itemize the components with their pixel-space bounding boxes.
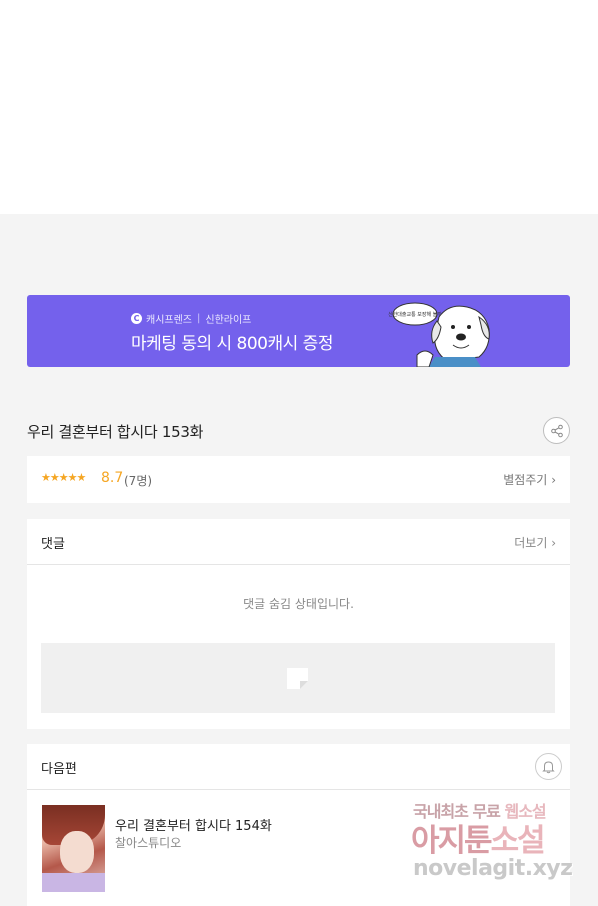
site-watermark: 국내최초 무료 웹소설 아지툰소설 novelagit.xyz [405, 796, 580, 891]
rate-button-label: 별점주기 [503, 473, 548, 487]
rating-score: 8.7 [101, 470, 124, 486]
comments-label: 댓글 [41, 537, 65, 552]
image-placeholder-icon [287, 668, 308, 689]
banner-brand-divider: | [197, 313, 201, 324]
episode-title: 우리 결혼부터 합시다 153화 [27, 423, 204, 441]
banner-brand-left: 캐시프렌즈 [146, 315, 192, 326]
ad-placeholder [41, 643, 555, 713]
comments-more-label: 더보기 [514, 536, 548, 550]
comments-hidden-message: 댓글 숨김 상태입니다. [243, 597, 354, 611]
notify-button[interactable] [535, 753, 562, 780]
watermark-line2: 아지툰소설 [411, 815, 546, 860]
bell-icon [542, 761, 555, 774]
dog-illustration-icon: 신한대출교통 보장해 볼까 [388, 302, 490, 367]
next-episode-thumbnail[interactable] [42, 805, 105, 892]
share-icon [550, 424, 563, 437]
next-episode-studio: 찰아스튜디오 [115, 836, 182, 850]
rating-count: (7명) [124, 474, 153, 488]
banner-headline: 마케팅 동의 시 800캐시 증정 [131, 334, 333, 354]
comments-card: 댓글 더보기 › 댓글 숨김 상태입니다. [27, 519, 570, 729]
next-episode-label: 다음편 [41, 762, 77, 777]
comments-header: 댓글 더보기 › [27, 519, 570, 565]
cashfriends-logo-icon: C [131, 313, 142, 324]
thumbnail-dress [42, 873, 105, 892]
rating-stars: ★★★★★ [41, 471, 86, 484]
thumbnail-face [60, 831, 94, 873]
watermark-line2-a: 아지툰 [411, 823, 493, 859]
banner-bubble-text: 신한대출교통 보장해 볼까 [388, 311, 442, 318]
watermark-url: novelagit.xyz [413, 856, 573, 881]
chevron-right-icon: › [551, 536, 556, 550]
share-button[interactable] [543, 417, 570, 444]
top-blank-area [0, 0, 598, 214]
banner-brand-row: C 캐시프렌즈 | 신한라이프 [131, 311, 251, 326]
next-episode-header: 다음편 [27, 744, 570, 790]
watermark-line2-b: 소설 [490, 823, 546, 859]
rate-button[interactable]: 별점주기 › [503, 471, 556, 488]
chevron-right-icon: › [551, 473, 556, 487]
ad-banner[interactable]: C 캐시프렌즈 | 신한라이프 마케팅 동의 시 800캐시 증정 신한대출교통… [27, 295, 570, 367]
next-episode-title[interactable]: 우리 결혼부터 합시다 154화 [115, 815, 272, 834]
rating-card: ★★★★★ 8.7 (7명) 별점주기 › [27, 456, 570, 503]
comments-more-button[interactable]: 더보기 › [514, 534, 556, 551]
banner-brand-right: 신한라이프 [205, 315, 252, 326]
